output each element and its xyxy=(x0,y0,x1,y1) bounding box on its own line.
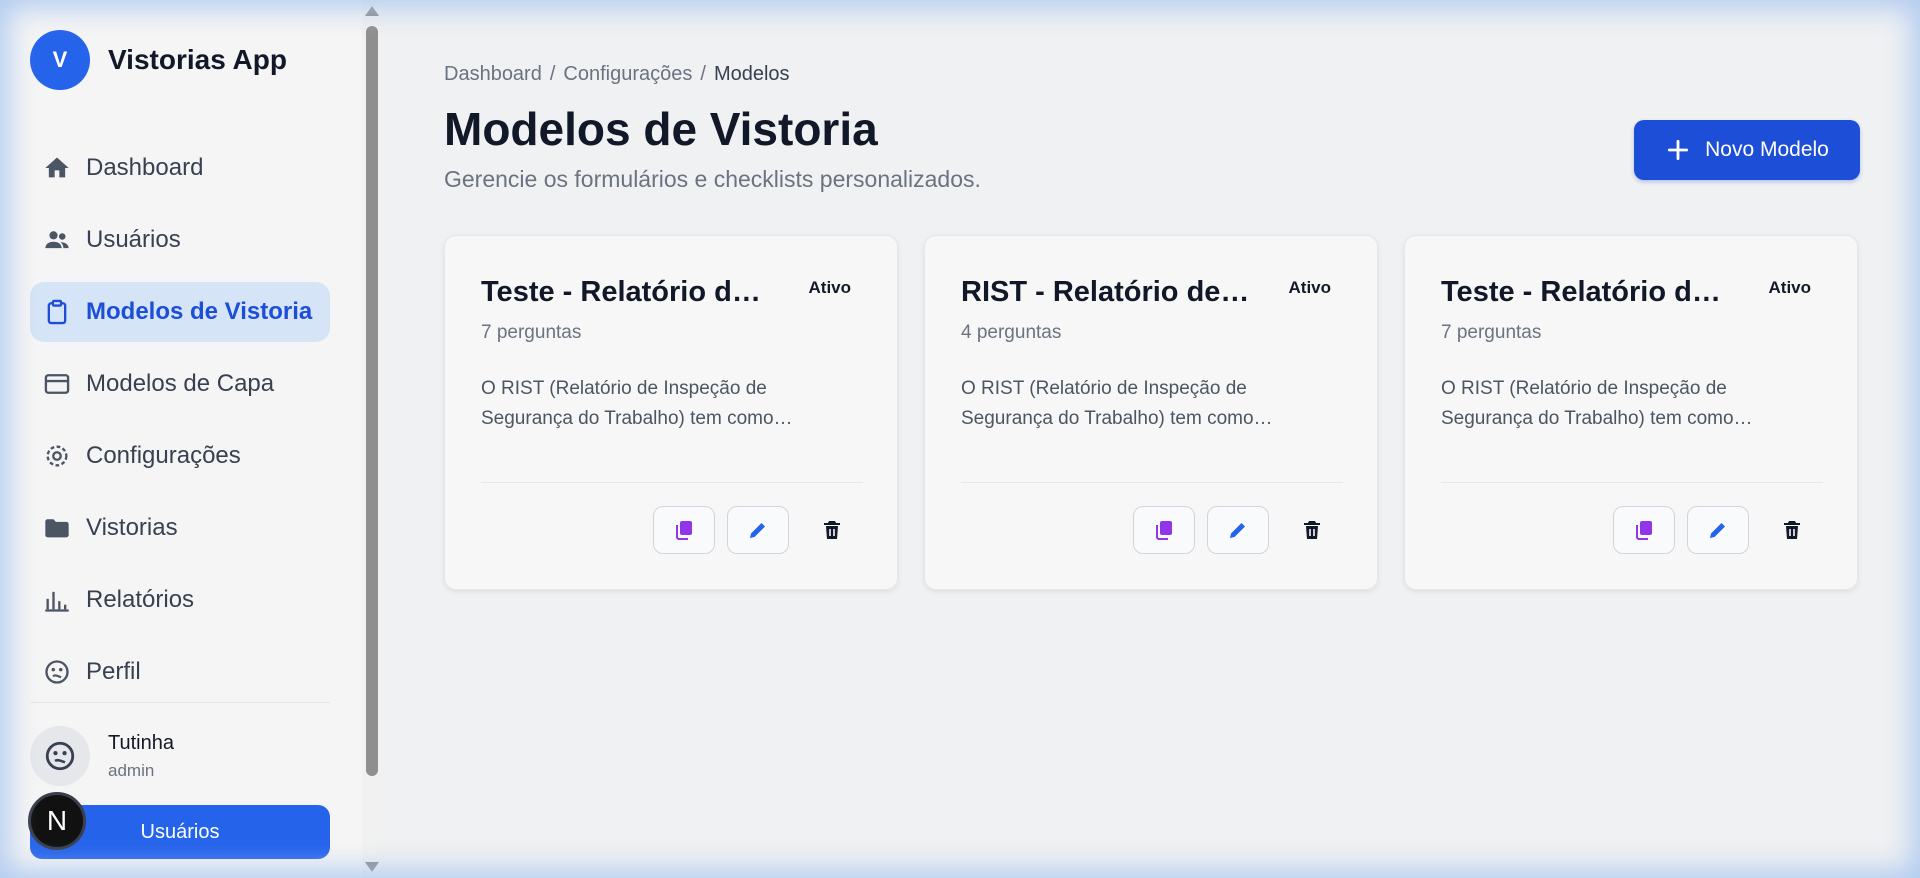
breadcrumb-current: Modelos xyxy=(713,63,790,85)
pencil-icon xyxy=(1230,523,1245,538)
sidebar-item-label: Perfil xyxy=(86,658,141,685)
page-title: Modelos de Vistoria xyxy=(444,103,878,155)
sidebar: V Vistorias App Dashboard Usuários Model… xyxy=(0,0,362,878)
sidebar-scrollbar[interactable] xyxy=(362,0,382,878)
gear-icon xyxy=(42,441,72,471)
delete-button[interactable] xyxy=(1281,506,1343,554)
status-badge: Ativo xyxy=(1768,278,1812,297)
delete-button[interactable] xyxy=(1761,506,1823,554)
face-icon xyxy=(45,741,75,771)
users-icon xyxy=(42,225,72,255)
card-icon xyxy=(42,369,72,399)
clipboard-icon xyxy=(42,297,72,327)
app-title: Vistorias App xyxy=(108,44,287,75)
question-count: 4 perguntas xyxy=(961,322,1062,343)
sidebar-item-label: Modelos de Capa xyxy=(86,370,275,397)
user-profile[interactable]: Tutinha admin xyxy=(30,726,174,786)
model-card[interactable]: Teste - Relatório de… Ativo 7 perguntas … xyxy=(1404,235,1858,590)
sidebar-nav: Dashboard Usuários Modelos de Vistoria M… xyxy=(30,138,330,714)
trash-icon xyxy=(824,521,840,539)
breadcrumb: Dashboard / Configurações / Modelos xyxy=(444,63,790,86)
breadcrumb-separator: / xyxy=(549,63,556,85)
card-title: RIST - Relatório de… xyxy=(961,276,1250,308)
question-count: 7 perguntas xyxy=(1441,322,1542,343)
sidebar-item-label: Usuários xyxy=(86,226,181,253)
copy-icon xyxy=(1156,521,1172,540)
sidebar-item-modelos-de-vistoria[interactable]: Modelos de Vistoria xyxy=(30,282,330,342)
pencil-icon xyxy=(750,523,765,538)
next-badge[interactable]: N xyxy=(28,792,86,850)
card-divider xyxy=(961,482,1343,483)
sidebar-item-vistorias[interactable]: Vistorias xyxy=(30,498,330,558)
trash-icon xyxy=(1304,521,1320,539)
bar-chart-icon xyxy=(42,585,72,615)
duplicate-button[interactable] xyxy=(1613,506,1675,554)
model-card[interactable]: RIST - Relatório de… Ativo 4 perguntas O… xyxy=(924,235,1378,590)
copy-icon xyxy=(676,521,692,540)
brand-logo: V xyxy=(30,30,90,90)
new-model-button[interactable]: Novo Modelo xyxy=(1634,120,1860,180)
breadcrumb-configuracoes[interactable]: Configurações xyxy=(563,63,692,85)
sidebar-item-configuracoes[interactable]: Configurações xyxy=(30,426,330,486)
user-info: Tutinha admin xyxy=(108,732,174,781)
avatar xyxy=(30,726,90,786)
face-icon xyxy=(42,657,72,687)
sidebar-item-usuarios[interactable]: Usuários xyxy=(30,210,330,270)
home-icon xyxy=(42,153,72,183)
sidebar-item-label: Relatórios xyxy=(86,586,195,613)
edit-button[interactable] xyxy=(727,506,789,554)
sidebar-item-dashboard[interactable]: Dashboard xyxy=(30,138,330,198)
duplicate-button[interactable] xyxy=(653,506,715,554)
sidebar-item-relatorios[interactable]: Relatórios xyxy=(30,570,330,630)
duplicate-button[interactable] xyxy=(1133,506,1195,554)
edit-button[interactable] xyxy=(1687,506,1749,554)
scroll-down-arrow-icon[interactable] xyxy=(365,862,379,872)
sidebar-item-perfil[interactable]: Perfil xyxy=(30,642,330,702)
sidebar-item-label: Vistorias xyxy=(86,514,178,541)
card-divider xyxy=(481,482,863,483)
user-role: admin xyxy=(108,760,155,780)
copy-icon xyxy=(1636,521,1652,540)
user-name: Tutinha xyxy=(108,731,174,754)
card-title: Teste - Relatório de… xyxy=(481,276,771,308)
question-count: 7 perguntas xyxy=(481,322,582,343)
card-title: Teste - Relatório de… xyxy=(1441,276,1731,308)
page-subtitle: Gerencie os formulários e checklists per… xyxy=(444,166,981,192)
breadcrumb-separator: / xyxy=(700,63,706,85)
model-card[interactable]: Teste - Relatório de… Ativo 7 perguntas … xyxy=(444,235,898,590)
new-model-label: Novo Modelo xyxy=(1705,138,1829,161)
edit-button[interactable] xyxy=(1207,506,1269,554)
folder-icon xyxy=(42,513,72,543)
breadcrumb-dashboard[interactable]: Dashboard xyxy=(444,63,542,85)
delete-button[interactable] xyxy=(801,506,863,554)
card-description: O RIST (Relatório de Inspeção de Seguran… xyxy=(481,378,793,429)
trash-icon xyxy=(1784,521,1800,539)
scroll-thumb[interactable] xyxy=(366,26,378,776)
brand[interactable]: V Vistorias App xyxy=(30,30,287,90)
status-badge: Ativo xyxy=(1288,278,1332,297)
scroll-up-arrow-icon[interactable] xyxy=(365,6,379,16)
sidebar-item-label: Configurações xyxy=(86,442,241,469)
sidebar-item-modelos-de-capa[interactable]: Modelos de Capa xyxy=(30,354,330,414)
main-content: Dashboard / Configurações / Modelos Modelos … xyxy=(382,0,1920,878)
pencil-icon xyxy=(1710,523,1725,538)
sidebar-item-label: Modelos de Vistoria xyxy=(86,298,313,325)
card-divider xyxy=(1441,482,1823,483)
card-description: O RIST (Relatório de Inspeção de Seguran… xyxy=(961,378,1273,429)
sidebar-item-label: Dashboard xyxy=(86,154,204,181)
status-badge: Ativo xyxy=(808,278,852,297)
plus-icon xyxy=(1668,139,1689,161)
card-description: O RIST (Relatório de Inspeção de Seguran… xyxy=(1441,378,1753,429)
sidebar-divider xyxy=(30,702,330,703)
